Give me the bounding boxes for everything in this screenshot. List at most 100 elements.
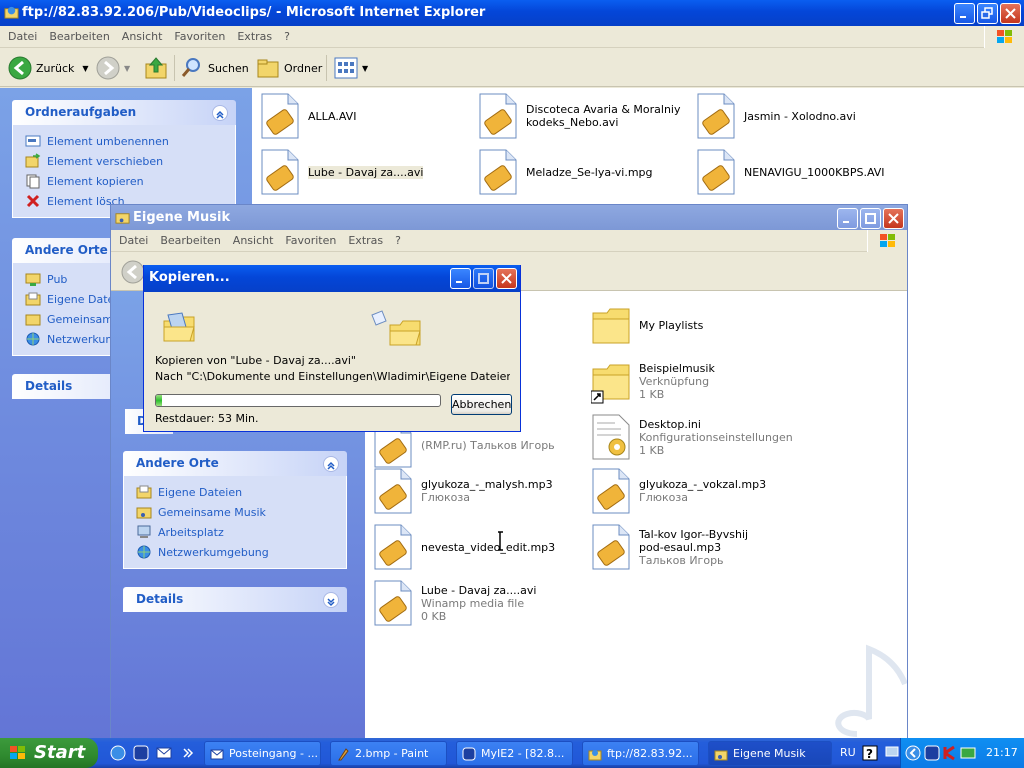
cancel-button[interactable]: Abbrechen [451, 394, 512, 415]
tasks-panel-header[interactable]: Ordneraufgaben [12, 100, 236, 125]
file-item[interactable]: Meladze_Se-lya-vi.mpg [478, 148, 688, 196]
config-file-icon [592, 414, 630, 460]
up-folder-button[interactable] [144, 55, 168, 81]
display-icon[interactable] [884, 745, 900, 761]
task-outlook[interactable]: Posteingang - ... [204, 741, 321, 766]
quicklaunch-arrow-icon[interactable] [180, 745, 196, 761]
views-button[interactable]: ▼ [334, 55, 368, 81]
place-my-computer-link[interactable]: Arbeitsplatz [136, 522, 334, 542]
tray-network-icon[interactable] [960, 745, 976, 761]
file-item[interactable]: nevesta_video_edit.mp3 [373, 523, 583, 571]
close-button[interactable] [496, 268, 517, 289]
task-myie2[interactable]: MyIE2 - [82.8... [456, 741, 573, 766]
copy-progress-fill [156, 395, 162, 406]
quicklaunch-myie-icon[interactable] [133, 745, 149, 761]
place-shared-music-link[interactable]: Gemeinsame Musik [136, 502, 334, 522]
file-item[interactable]: glyukoza_-_malysh.mp3 Глюкоза [373, 467, 583, 515]
windows-logo-icon [984, 26, 1024, 48]
menu-help[interactable]: ? [389, 234, 407, 247]
music-details-header[interactable]: Details [123, 587, 347, 612]
chevron-down-icon[interactable]: ▼ [124, 64, 130, 73]
place-network-link[interactable]: Netzwerkumgebung [136, 542, 334, 562]
minimize-button[interactable] [837, 208, 858, 229]
minimize-button[interactable] [954, 3, 975, 24]
tray-collapse-icon[interactable] [905, 745, 921, 761]
menu-favoriten[interactable]: Favoriten [168, 30, 231, 43]
menu-bearbeiten[interactable]: Bearbeiten [43, 30, 115, 43]
winamp-file-icon [592, 524, 630, 570]
language-indicator[interactable]: RU [840, 746, 856, 759]
restore-button[interactable] [977, 3, 998, 24]
music-places-panel: Andere Orte Eigene Dateien Gemeinsame Mu… [123, 451, 347, 569]
collapse-chevron-icon[interactable] [323, 456, 339, 472]
tray-myie-icon[interactable] [924, 745, 940, 761]
music-note-watermark-icon [835, 644, 907, 737]
ftp-titlebar[interactable]: ftp://82.83.92.206/Pub/Videoclips/ - Mic… [0, 0, 1024, 26]
documents-folder-icon [25, 292, 41, 306]
file-item[interactable]: Tal-kov Igor--Byvshij pod-esaul.mp3 Тальк… [591, 523, 801, 571]
quicklaunch-outlook-icon[interactable] [156, 745, 172, 761]
file-item[interactable]: Lube - Davaj za....avi [260, 148, 470, 196]
file-item[interactable]: ALLA.AVI [260, 92, 470, 140]
back-arrow-icon[interactable] [121, 260, 145, 284]
maximize-button[interactable] [473, 268, 494, 289]
expand-chevron-icon[interactable] [323, 592, 339, 608]
copy-link[interactable]: Element kopieren [25, 171, 223, 191]
winamp-file-icon [374, 580, 412, 626]
menu-bearbeiten[interactable]: Bearbeiten [154, 234, 226, 247]
music-titlebar[interactable]: Eigene Musik [111, 205, 907, 230]
file-item[interactable]: Discoteca Avaria & Moralniy kodeks_Nebo.… [478, 92, 688, 140]
menu-datei[interactable]: Datei [2, 30, 43, 43]
folders-button[interactable]: Ordner [256, 55, 322, 81]
winamp-file-icon [374, 468, 412, 514]
collapse-chevron-icon[interactable] [212, 105, 228, 121]
forward-button[interactable]: ▼ [96, 55, 130, 81]
menu-extras[interactable]: Extras [342, 234, 389, 247]
system-tray: 21:17 [900, 738, 1024, 768]
folder-item[interactable]: My Playlists [591, 301, 801, 349]
file-item[interactable]: Jasmin - Xolodno.avi [696, 92, 906, 140]
file-item[interactable]: Desktop.ini Konfigurationseinstellungen 1 … [591, 413, 801, 461]
rename-link[interactable]: Element umbenennen [25, 131, 223, 151]
place-my-documents-link[interactable]: Eigene Dateien [136, 482, 334, 502]
minimize-button[interactable] [450, 268, 471, 289]
menu-extras[interactable]: Extras [231, 30, 278, 43]
menu-datei[interactable]: Datei [113, 234, 154, 247]
shared-music-folder-icon [136, 507, 152, 519]
chevron-down-icon[interactable]: ▼ [362, 64, 368, 73]
task-eigene-musik[interactable]: Eigene Musik [708, 741, 832, 766]
help-icon[interactable]: ? [862, 745, 878, 761]
menu-help[interactable]: ? [278, 30, 296, 43]
quicklaunch-ie-icon[interactable] [110, 745, 126, 761]
move-link[interactable]: Element verschieben [25, 151, 223, 171]
folder-shortcut-item[interactable]: Beispielmusik Verknüpfung 1 KB [591, 357, 801, 405]
computer-icon [137, 525, 151, 538]
tray-antivirus-icon[interactable] [942, 745, 958, 761]
up-folder-icon [145, 57, 167, 79]
copy-icon [26, 174, 40, 189]
maximize-button[interactable] [860, 208, 881, 229]
file-item[interactable]: NENAVIGU_1000KBPS.AVI [696, 148, 906, 196]
music-places-header[interactable]: Andere Orte [123, 451, 347, 476]
back-button[interactable]: Zurück ▼ [8, 55, 89, 81]
mail-icon [210, 749, 224, 760]
file-item[interactable]: Lube - Davaj za....avi Winamp media file 0… [373, 579, 583, 627]
menu-ansicht[interactable]: Ansicht [227, 234, 280, 247]
file-item[interactable]: glyukoza_-_vokzal.mp3 Глюкоза [591, 467, 801, 515]
start-button[interactable]: Start [0, 738, 98, 768]
video-file-icon [261, 149, 299, 195]
source-folder-icon [163, 312, 195, 342]
close-button[interactable] [1000, 3, 1021, 24]
search-button[interactable]: Suchen [180, 55, 249, 81]
task-ftp[interactable]: ftp://82.83.92... [582, 741, 699, 766]
destination-folder-icon [389, 320, 421, 346]
copy-dialog-titlebar[interactable]: Kopieren... [144, 265, 520, 292]
forward-arrow-icon [96, 56, 120, 80]
menu-ansicht[interactable]: Ansicht [116, 30, 169, 43]
menu-favoriten[interactable]: Favoriten [279, 234, 342, 247]
chevron-down-icon[interactable]: ▼ [82, 64, 88, 73]
taskbar: Start Posteingang - ... 2.bmp - Paint My… [0, 738, 1024, 768]
close-button[interactable] [883, 208, 904, 229]
music-menubar: Datei Bearbeiten Ansicht Favoriten Extra… [111, 230, 907, 252]
task-paint[interactable]: 2.bmp - Paint [330, 741, 447, 766]
